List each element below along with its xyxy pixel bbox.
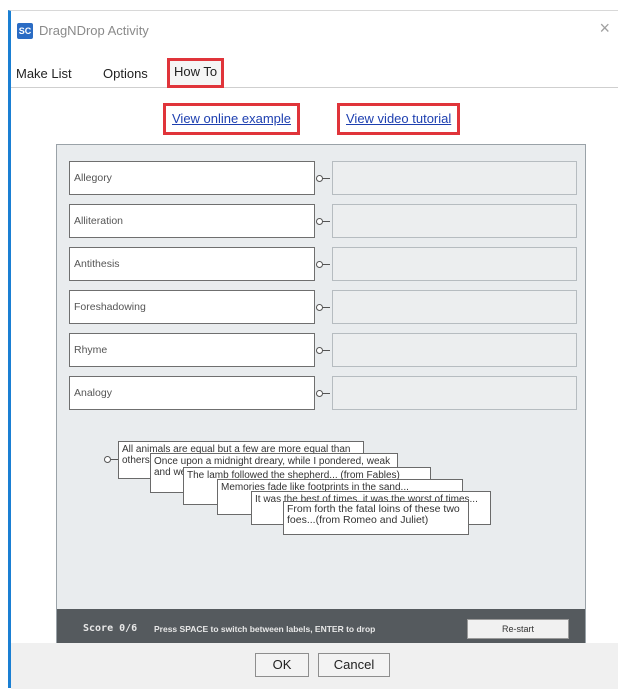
match-row: Rhyme <box>69 333 577 367</box>
match-row: Allegory <box>69 161 577 195</box>
match-row: Alliteration <box>69 204 577 238</box>
tab-options[interactable]: Options <box>100 63 151 85</box>
connector-icon <box>316 389 330 397</box>
term-label: Allegory <box>69 161 315 195</box>
dialog-button-bar: OK Cancel <box>11 643 618 689</box>
window-title: DragNDrop Activity <box>39 23 149 38</box>
match-row: Foreshadowing <box>69 290 577 324</box>
dialog-window: SC DragNDrop Activity × Make List Option… <box>8 10 618 689</box>
drop-slot[interactable] <box>332 290 577 324</box>
term-label: Antithesis <box>69 247 315 281</box>
drop-slot[interactable] <box>332 376 577 410</box>
score-label: Score 0/6 <box>83 623 138 634</box>
connector-icon <box>316 303 330 311</box>
tab-make-list[interactable]: Make List <box>13 63 75 85</box>
match-row: Analogy <box>69 376 577 410</box>
term-label: Foreshadowing <box>69 290 315 324</box>
online-example-link[interactable]: View online example <box>163 103 300 135</box>
connector-icon <box>316 217 330 225</box>
term-label: Analogy <box>69 376 315 410</box>
term-label: Alliteration <box>69 204 315 238</box>
connector-icon <box>316 174 330 182</box>
activity-preview: Allegory Alliteration Antithesis Foresha… <box>56 144 586 654</box>
title-bar: SC DragNDrop Activity × <box>11 11 618 47</box>
connector-icon <box>316 260 330 268</box>
term-label: Rhyme <box>69 333 315 367</box>
tab-how-to[interactable]: How To <box>167 58 225 88</box>
ok-button[interactable]: OK <box>255 653 309 677</box>
app-logo-icon: SC <box>17 23 33 39</box>
match-row: Antithesis <box>69 247 577 281</box>
tab-bar: Make List Options How To <box>11 58 618 88</box>
drag-card-top[interactable]: From forth the fatal loins of these two … <box>283 501 469 535</box>
drop-slot[interactable] <box>332 204 577 238</box>
drop-slot[interactable] <box>332 333 577 367</box>
restart-button[interactable]: Re-start <box>467 619 569 639</box>
drop-slot[interactable] <box>332 247 577 281</box>
cancel-button[interactable]: Cancel <box>318 653 390 677</box>
card-handle-icon <box>104 456 111 463</box>
drop-slot[interactable] <box>332 161 577 195</box>
connector-icon <box>316 346 330 354</box>
video-tutorial-link[interactable]: View video tutorial <box>337 103 461 135</box>
close-icon[interactable]: × <box>599 19 610 37</box>
instructions-text: Press SPACE to switch between labels, EN… <box>154 624 376 634</box>
